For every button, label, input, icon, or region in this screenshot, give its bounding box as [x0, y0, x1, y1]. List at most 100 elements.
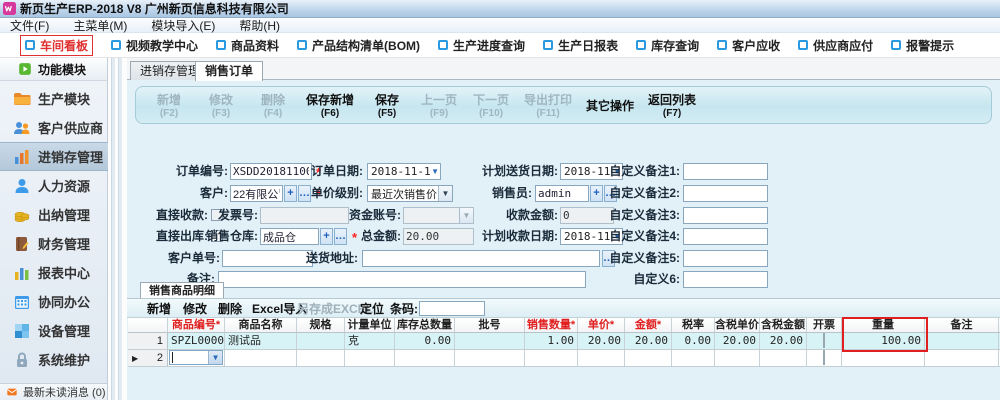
splitter[interactable]: [108, 58, 127, 400]
toolbar-item-6[interactable]: 生产日报表: [543, 37, 618, 54]
cell-r2-c3[interactable]: [297, 350, 345, 366]
toolbar-item-9[interactable]: 供应商应付: [798, 37, 873, 54]
action-button-9[interactable]: 其它操作: [586, 97, 634, 114]
detail-button-2[interactable]: 修改: [183, 300, 207, 317]
invoice-checkbox[interactable]: [823, 333, 825, 348]
cell-r2-c8[interactable]: [578, 350, 625, 366]
grid-column-header-15[interactable]: 备注: [925, 318, 999, 332]
invoice-checkbox[interactable]: [823, 350, 825, 365]
sidebar-item-report-chart[interactable]: 报表中心: [0, 258, 108, 287]
sidebar-item-calendar[interactable]: 协同办公: [0, 287, 108, 316]
toolbar-item-1[interactable]: 车间看板: [20, 35, 93, 56]
cell-r2-c11[interactable]: [715, 350, 760, 366]
toolbar-item-4[interactable]: 产品结构清单(BOM): [297, 37, 420, 54]
delivery-address-input[interactable]: [362, 250, 600, 267]
cell-r2-c14[interactable]: [842, 350, 925, 366]
menu-item-2[interactable]: 主菜单(M): [73, 17, 127, 34]
cell-r1-c8[interactable]: 20.00: [578, 333, 625, 349]
cell-r1-c14[interactable]: 100.00: [842, 333, 925, 349]
sidebar-item-devices[interactable]: 设备管理: [0, 316, 108, 345]
cell-r1-c9[interactable]: 20.00: [625, 333, 672, 349]
salesman-input[interactable]: [535, 185, 589, 202]
menu-item-1[interactable]: 文件(F): [10, 17, 49, 34]
grid-column-header-6[interactable]: 批号: [455, 318, 525, 332]
grid-column-header-12[interactable]: 含税金额: [760, 318, 807, 332]
grid-column-header-3[interactable]: 规格: [297, 318, 345, 332]
grid-column-header-13[interactable]: 开票: [807, 318, 842, 332]
detail-tab-sale-items[interactable]: 销售商品明细: [140, 282, 224, 299]
cell-r1-c4[interactable]: 克: [345, 333, 395, 349]
sidebar-footer-messages[interactable]: 最新未读消息 (0): [0, 383, 107, 400]
toolbar-item-3[interactable]: 商品资料: [216, 37, 279, 54]
cell-r2-c10[interactable]: [672, 350, 715, 366]
custom-note3-input[interactable]: [683, 207, 768, 224]
cell-r1-c15[interactable]: [925, 333, 999, 349]
warehouse-input[interactable]: [260, 228, 319, 245]
cell-r2-c9[interactable]: [625, 350, 672, 366]
cell-r1-c7[interactable]: 1.00: [525, 333, 578, 349]
cell-r1-c10[interactable]: 0.00: [672, 333, 715, 349]
custom-note4-input[interactable]: [683, 228, 768, 245]
product-code-combobox[interactable]: ▼: [169, 350, 223, 365]
toolbar-item-10[interactable]: 报警提示: [891, 37, 954, 54]
grid-column-header-7[interactable]: 销售数量*: [525, 318, 578, 332]
cell-r2-c2[interactable]: [225, 350, 297, 366]
order-date-picker[interactable]: 2018-11-19 ▼: [367, 163, 441, 180]
grid-column-header-8[interactable]: 单价*: [578, 318, 625, 332]
cell-r1-c5[interactable]: 0.00: [395, 333, 455, 349]
table-row-1[interactable]: 1SPZL000010测试品克0.001.0020.0020.000.0020.…: [128, 333, 1000, 350]
cell-r1-c13[interactable]: [807, 333, 842, 349]
action-button-4[interactable]: 保存新增(F6): [306, 91, 354, 119]
cell-r1-c6[interactable]: [455, 333, 525, 349]
calendar-dropdown-icon[interactable]: ▼: [431, 167, 440, 176]
toolbar-item-8[interactable]: 客户应收: [717, 37, 780, 54]
detail-button-3[interactable]: 删除: [218, 300, 242, 317]
custom6-input[interactable]: [683, 271, 768, 288]
sidebar-item-people[interactable]: 客户供应商: [0, 113, 108, 142]
remark-input[interactable]: [218, 271, 586, 288]
detail-button-6[interactable]: 定位: [360, 300, 384, 317]
grid-column-header-10[interactable]: 税率: [672, 318, 715, 332]
cell-r2-c12[interactable]: [760, 350, 807, 366]
cell-r1-c12[interactable]: 20.00: [760, 333, 807, 349]
custom-note1-input[interactable]: [683, 163, 768, 180]
cell-r1-c1[interactable]: SPZL000010: [168, 333, 225, 349]
grid-column-header-11[interactable]: 含税单价: [715, 318, 760, 332]
chevron-down-icon[interactable]: ▼: [208, 351, 222, 364]
grid-column-header-9[interactable]: 金额*: [625, 318, 672, 332]
grid-column-header-1[interactable]: 商品编号*: [168, 318, 225, 332]
menu-item-3[interactable]: 模块导入(E): [151, 17, 215, 34]
cell-r2-c4[interactable]: [345, 350, 395, 366]
grid-column-header-2[interactable]: 商品名称: [225, 318, 297, 332]
cell-r1-c2[interactable]: 测试品: [225, 333, 297, 349]
toolbar-item-2[interactable]: 视频教学中心: [111, 37, 198, 54]
sidebar-item-bar-chart[interactable]: 进销存管理: [0, 142, 108, 171]
detail-button-1[interactable]: 新增: [147, 300, 171, 317]
cell-r2-c15[interactable]: [925, 350, 999, 366]
toolbar-item-5[interactable]: 生产进度查询: [438, 37, 525, 54]
cell-r2-c5[interactable]: [395, 350, 455, 366]
sidebar-item-lock[interactable]: 系统维护: [0, 345, 108, 374]
tab-sales-order[interactable]: 销售订单: [195, 61, 263, 81]
cell-r2-c7[interactable]: [525, 350, 578, 366]
action-button-5[interactable]: 保存(F5): [368, 91, 406, 119]
cell-r1-c11[interactable]: 20.00: [715, 333, 760, 349]
sidebar-item-folder[interactable]: 生产模块: [0, 84, 108, 113]
cell-r1-c3[interactable]: [297, 333, 345, 349]
custom-note5-input[interactable]: [683, 250, 768, 267]
grid-column-header-5[interactable]: 库存总数量: [395, 318, 455, 332]
sidebar-item-person[interactable]: 人力资源: [0, 171, 108, 200]
menu-item-4[interactable]: 帮助(H): [239, 17, 280, 34]
custom-note2-input[interactable]: [683, 185, 768, 202]
sidebar-item-coins[interactable]: 出纳管理: [0, 200, 108, 229]
cell-r2-c6[interactable]: [455, 350, 525, 366]
cell-r2-c1[interactable]: ▼: [168, 350, 225, 366]
toolbar-item-7[interactable]: 库存查询: [636, 37, 699, 54]
barcode-input[interactable]: [419, 301, 485, 316]
grid-column-header-14[interactable]: 重量: [842, 318, 925, 332]
cell-r2-c13[interactable]: [807, 350, 842, 366]
table-row-2[interactable]: ▶2▼: [128, 350, 1000, 367]
action-button-10[interactable]: 返回列表(F7): [648, 91, 696, 119]
grid-column-header-4[interactable]: 计量单位: [345, 318, 395, 332]
sidebar-item-ledger[interactable]: 财务管理: [0, 229, 108, 258]
